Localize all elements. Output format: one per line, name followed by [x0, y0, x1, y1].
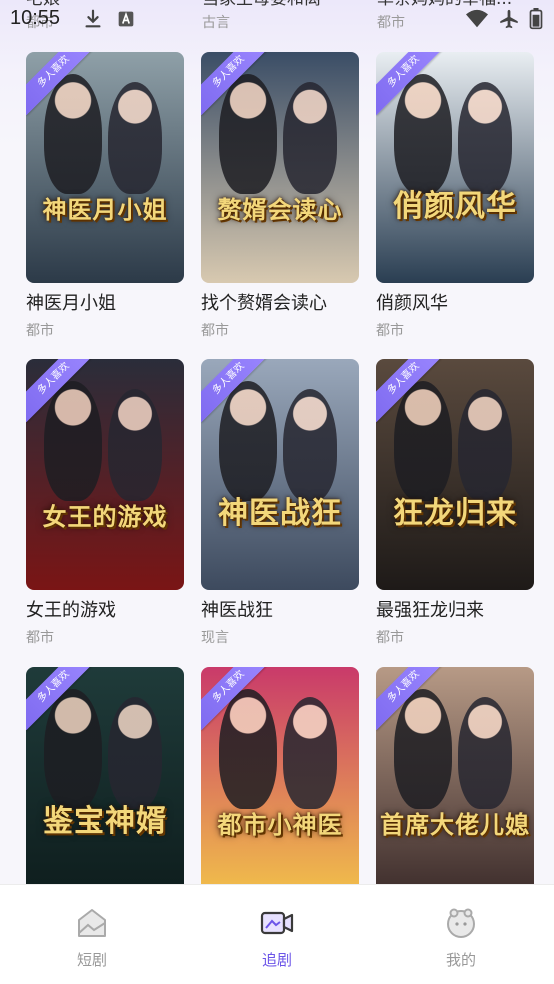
poster-figure: [283, 697, 337, 809]
nav-label: 我的: [445, 951, 476, 969]
poster-figure: [394, 74, 452, 194]
poster-figure: [458, 389, 512, 501]
poster-figure: [108, 389, 162, 501]
drama-card[interactable]: 神医月小姐 多人喜欢 神医月小姐 都市: [26, 52, 184, 340]
drama-genre: 都市: [26, 323, 54, 339]
drama-card[interactable]: 狂龙归来 多人喜欢最强狂龙归来都市: [376, 359, 534, 647]
download-icon: [85, 9, 101, 28]
battery-icon: [529, 8, 543, 30]
drama-card[interactable]: 赘婿会读心 多人喜欢找个赘婿会读心都市: [201, 52, 359, 340]
poster-title-text: 首席大佬儿媳: [380, 810, 530, 839]
poster-title-text: 狂龙归来: [393, 496, 517, 531]
drama-title: 神医战狂: [201, 600, 273, 621]
drama-poster[interactable]: 鉴宝神婿 多人喜欢: [26, 667, 184, 898]
drama-poster[interactable]: 神医战狂 多人喜欢: [201, 359, 359, 590]
drama-genre: 都市: [376, 323, 404, 339]
poster-figure: [108, 697, 162, 809]
poster-figure: [283, 82, 337, 194]
status-bar: 10:55: [0, 0, 554, 40]
poster-figure: [44, 381, 102, 501]
home-icon: [78, 909, 106, 937]
profile-face-icon: [447, 908, 475, 938]
poster-title-text: 俏颜风华: [393, 189, 517, 224]
nav-tab-short-drama[interactable]: 短剧: [32, 905, 152, 970]
poster-title-text: 都市小神医: [217, 810, 343, 839]
drama-poster[interactable]: 首席大佬儿媳 多人喜欢: [376, 667, 534, 898]
poster-figure: [44, 689, 102, 809]
poster-title-text: 女王的游戏: [42, 502, 168, 531]
drama-poster[interactable]: 狂龙归来 多人喜欢: [376, 359, 534, 590]
drama-poster[interactable]: 都市小神医 多人喜欢: [201, 667, 359, 898]
nav-tab-mine[interactable]: 我的: [401, 905, 521, 970]
text-a-icon: [118, 11, 134, 27]
poster-figure: [219, 381, 277, 501]
poster-figure: [219, 689, 277, 809]
poster-figure: [458, 82, 512, 194]
drama-title: 俏颜风华: [376, 293, 448, 314]
drama-genre: 都市: [201, 323, 229, 339]
poster-figure: [394, 381, 452, 501]
nav-tab-following[interactable]: 追剧: [217, 905, 337, 970]
drama-card[interactable]: 俏颜风华 多人喜欢 俏颜风华 都市: [376, 52, 534, 340]
video-camera-icon: [260, 911, 294, 935]
poster-title-text: 神医战狂: [218, 496, 342, 531]
status-time: 10:55: [10, 7, 61, 29]
drama-title: 找个赘婿会读心: [201, 293, 327, 314]
drama-genre: 都市: [26, 630, 54, 646]
poster-figure: [219, 74, 277, 194]
poster-title-text: 鉴宝神婿: [43, 804, 167, 839]
poster-figure: [283, 389, 337, 501]
drama-card[interactable]: 神医战狂 多人喜欢 神医战狂 现言: [201, 359, 359, 647]
bottom-nav: 短剧 追剧 我的: [0, 884, 554, 984]
poster-title-text: 赘婿会读心: [217, 195, 343, 224]
drama-poster[interactable]: 赘婿会读心 多人喜欢: [201, 52, 359, 283]
drama-genre: 都市: [376, 630, 404, 646]
wifi-icon: [466, 9, 488, 28]
poster-figure: [108, 82, 162, 194]
airplane-icon: [500, 9, 518, 29]
drama-card[interactable]: 女王的游戏 多人喜欢 女王的游戏 都市: [26, 359, 184, 647]
drama-title: 最强狂龙归来: [376, 600, 484, 621]
drama-poster[interactable]: 神医月小姐 多人喜欢: [26, 52, 184, 283]
poster-figure: [458, 697, 512, 809]
drama-title: 女王的游戏: [26, 600, 116, 621]
drama-title: 神医月小姐: [26, 293, 116, 314]
nav-label: 追剧: [261, 951, 292, 969]
poster-title-text: 神医月小姐: [42, 195, 168, 224]
drama-genre: 现言: [201, 630, 229, 646]
poster-figure: [44, 74, 102, 194]
nav-label: 短剧: [76, 951, 107, 969]
poster-figure: [394, 689, 452, 809]
drama-poster[interactable]: 女王的游戏 多人喜欢: [26, 359, 184, 590]
drama-poster[interactable]: 俏颜风华 多人喜欢: [376, 52, 534, 283]
